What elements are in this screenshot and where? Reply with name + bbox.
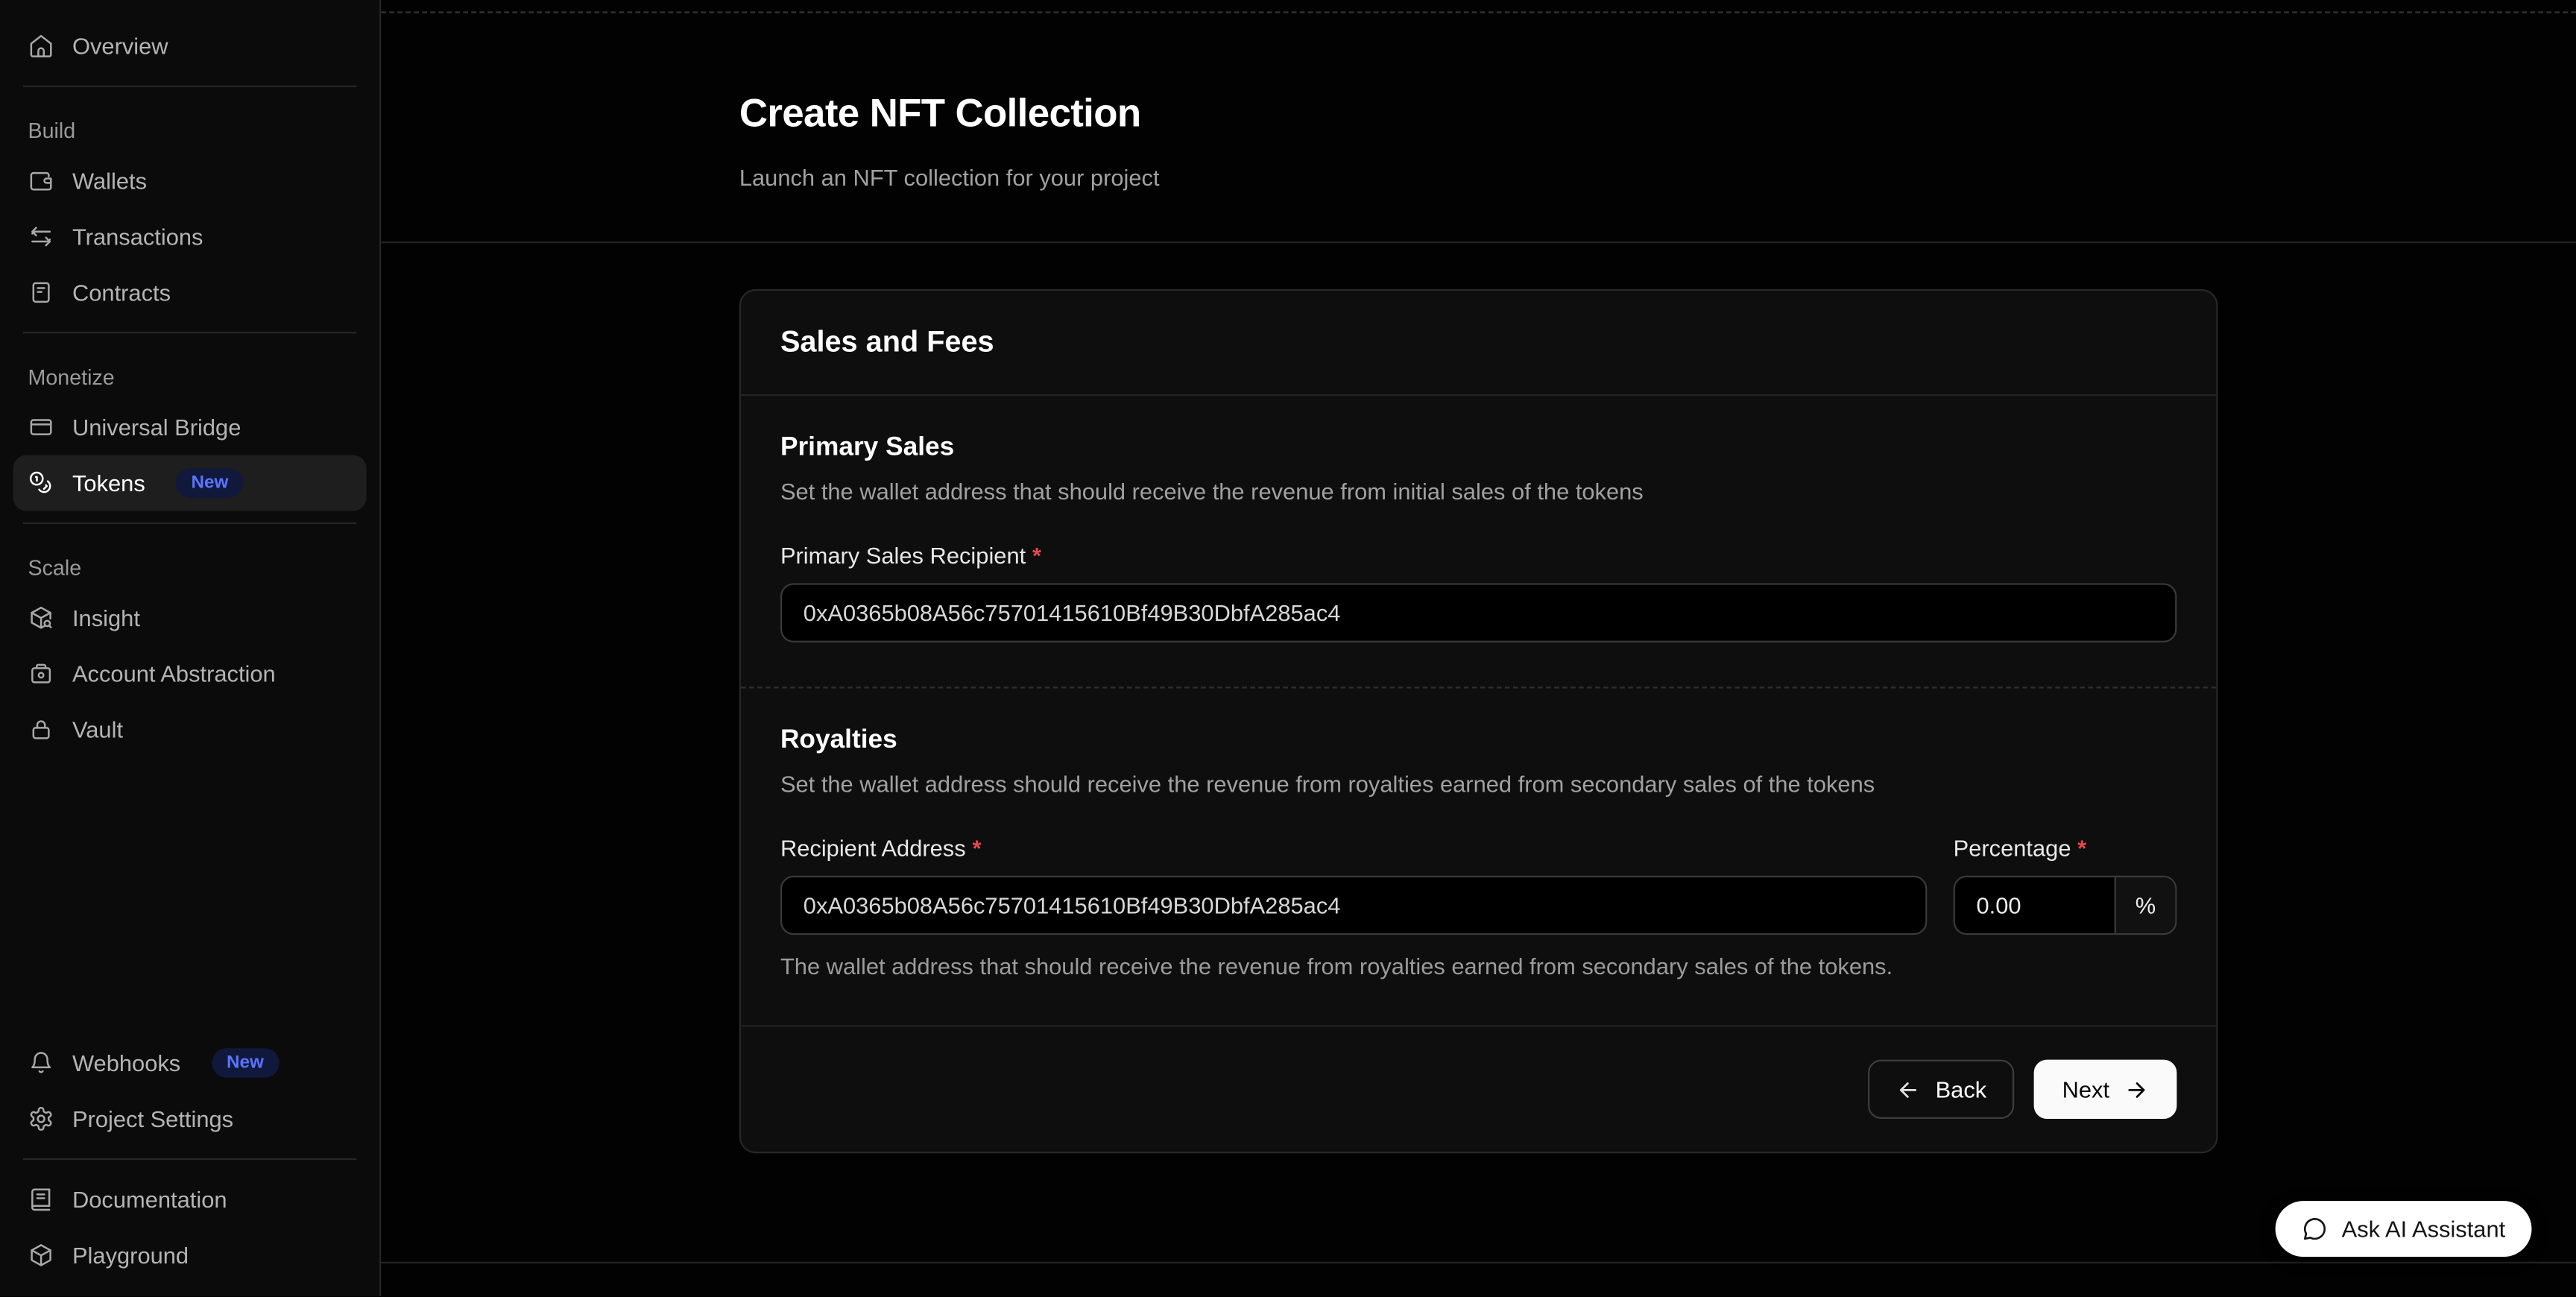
sidebar-divider — [23, 523, 356, 524]
wallet-icon — [28, 168, 54, 194]
sidebar-item-vault[interactable]: Vault — [13, 701, 367, 757]
royalties-percentage-input[interactable] — [1955, 877, 2115, 933]
arrow-left-icon — [1896, 1077, 1921, 1102]
content-frame: Create NFT Collection Launch an NFT coll… — [381, 11, 2576, 1263]
sidebar-divider — [23, 332, 356, 333]
sidebar-divider — [23, 86, 356, 87]
back-button[interactable]: Back — [1868, 1060, 2014, 1119]
sidebar-item-contracts[interactable]: Contracts — [13, 265, 367, 321]
label-text: Recipient Address — [780, 835, 966, 861]
lock-icon — [28, 716, 54, 742]
sidebar-item-label: Wallets — [72, 168, 147, 194]
main-top-gap — [381, 0, 2576, 11]
card-header: Sales and Fees — [741, 291, 2216, 396]
card-title: Sales and Fees — [780, 326, 2176, 360]
sidebar-item-label: Tokens — [72, 470, 145, 496]
royalties-description: Set the wallet address should receive th… — [780, 771, 2176, 798]
royalties-recipient-input[interactable] — [780, 876, 1927, 935]
required-asterisk: * — [1032, 543, 1041, 569]
royalties-recipient-label: Recipient Address * — [780, 835, 1927, 861]
sidebar-item-insight[interactable]: Insight — [13, 590, 367, 646]
royalties-heading: Royalties — [780, 725, 2176, 756]
smart-account-icon — [28, 660, 54, 687]
primary-sales-heading: Primary Sales — [780, 432, 2176, 464]
label-text: Percentage — [1954, 835, 2071, 861]
gear-icon — [28, 1105, 54, 1132]
package-search-icon — [28, 605, 54, 631]
contract-document-icon — [28, 280, 54, 306]
sidebar-item-overview[interactable]: Overview — [13, 18, 367, 74]
sidebar-item-documentation[interactable]: Documentation — [13, 1172, 367, 1228]
ask-ai-assistant-label: Ask AI Assistant — [2342, 1216, 2506, 1242]
sidebar-item-wallets[interactable]: Wallets — [13, 153, 367, 209]
sidebar-section-monetize: Monetize — [13, 365, 367, 389]
main-area: Create NFT Collection Launch an NFT coll… — [381, 0, 2576, 1296]
sidebar-item-label: Overview — [72, 33, 168, 59]
royalties-percentage-label: Percentage * — [1954, 835, 2177, 861]
sidebar-divider — [23, 1158, 356, 1160]
page-header: Create NFT Collection Launch an NFT coll… — [381, 13, 2576, 244]
bell-icon — [28, 1050, 54, 1076]
sidebar-section-build: Build — [13, 119, 367, 143]
sidebar-item-transactions[interactable]: Transactions — [13, 209, 367, 265]
sidebar-item-playground[interactable]: Playground — [13, 1227, 367, 1283]
sidebar-item-label: Documentation — [72, 1186, 227, 1212]
cube-icon — [28, 1242, 54, 1268]
new-badge: New — [177, 468, 244, 498]
sidebar-item-label: Universal Bridge — [72, 414, 241, 440]
percent-suffix: % — [2115, 877, 2176, 933]
book-icon — [28, 1186, 54, 1212]
label-text: Primary Sales Recipient — [780, 543, 1026, 569]
sidebar-section-scale: Scale — [13, 555, 367, 580]
new-badge: New — [212, 1048, 279, 1078]
royalties-help-text: The wallet address that should receive t… — [780, 953, 2176, 981]
next-button[interactable]: Next — [2034, 1060, 2176, 1119]
sidebar-item-label: Transactions — [72, 224, 203, 250]
royalties-section: Royalties Set the wallet address should … — [741, 689, 2216, 1026]
sidebar-item-label: Account Abstraction — [72, 660, 276, 687]
back-button-label: Back — [1936, 1076, 1987, 1102]
royalties-percentage-group: % — [1954, 876, 2177, 935]
page-subtitle: Launch an NFT collection for your projec… — [739, 165, 2218, 192]
sidebar-item-label: Project Settings — [72, 1105, 233, 1132]
coins-icon — [28, 470, 54, 496]
sales-and-fees-card: Sales and Fees Primary Sales Set the wal… — [739, 289, 2218, 1153]
sidebar-spacer — [13, 757, 367, 1035]
sidebar-item-tokens[interactable]: Tokens New — [13, 455, 367, 511]
arrows-left-right-icon — [28, 224, 54, 250]
arrow-right-icon — [2124, 1077, 2149, 1102]
home-icon — [28, 33, 54, 59]
ask-ai-assistant-button[interactable]: Ask AI Assistant — [2276, 1201, 2532, 1257]
primary-sales-section: Primary Sales Set the wallet address tha… — [741, 397, 2216, 689]
sidebar-item-webhooks[interactable]: Webhooks New — [13, 1035, 367, 1091]
sidebar: Overview Build Wallets Transactions Cont… — [0, 0, 381, 1296]
required-asterisk: * — [2077, 835, 2086, 861]
sidebar-item-account-abstraction[interactable]: Account Abstraction — [13, 646, 367, 701]
app-root: Overview Build Wallets Transactions Cont… — [0, 0, 2576, 1296]
required-asterisk: * — [972, 835, 981, 861]
next-button-label: Next — [2062, 1076, 2109, 1102]
chat-bubble-icon — [2302, 1216, 2329, 1242]
credit-card-icon — [28, 414, 54, 440]
primary-sales-description: Set the wallet address that should recei… — [780, 479, 2176, 506]
page-title: Create NFT Collection — [739, 92, 2218, 139]
sidebar-item-label: Playground — [72, 1242, 189, 1268]
sidebar-item-label: Vault — [72, 716, 123, 742]
sidebar-item-universal-bridge[interactable]: Universal Bridge — [13, 400, 367, 455]
card-footer: Back Next — [741, 1026, 2216, 1152]
page-body: Sales and Fees Primary Sales Set the wal… — [381, 244, 2576, 1262]
sidebar-item-label: Contracts — [72, 280, 171, 306]
primary-sales-recipient-label: Primary Sales Recipient * — [780, 543, 2176, 569]
sidebar-item-label: Insight — [72, 605, 140, 631]
sidebar-item-project-settings[interactable]: Project Settings — [13, 1091, 367, 1147]
primary-sales-recipient-input[interactable] — [780, 584, 2176, 643]
sidebar-item-label: Webhooks — [72, 1050, 180, 1076]
